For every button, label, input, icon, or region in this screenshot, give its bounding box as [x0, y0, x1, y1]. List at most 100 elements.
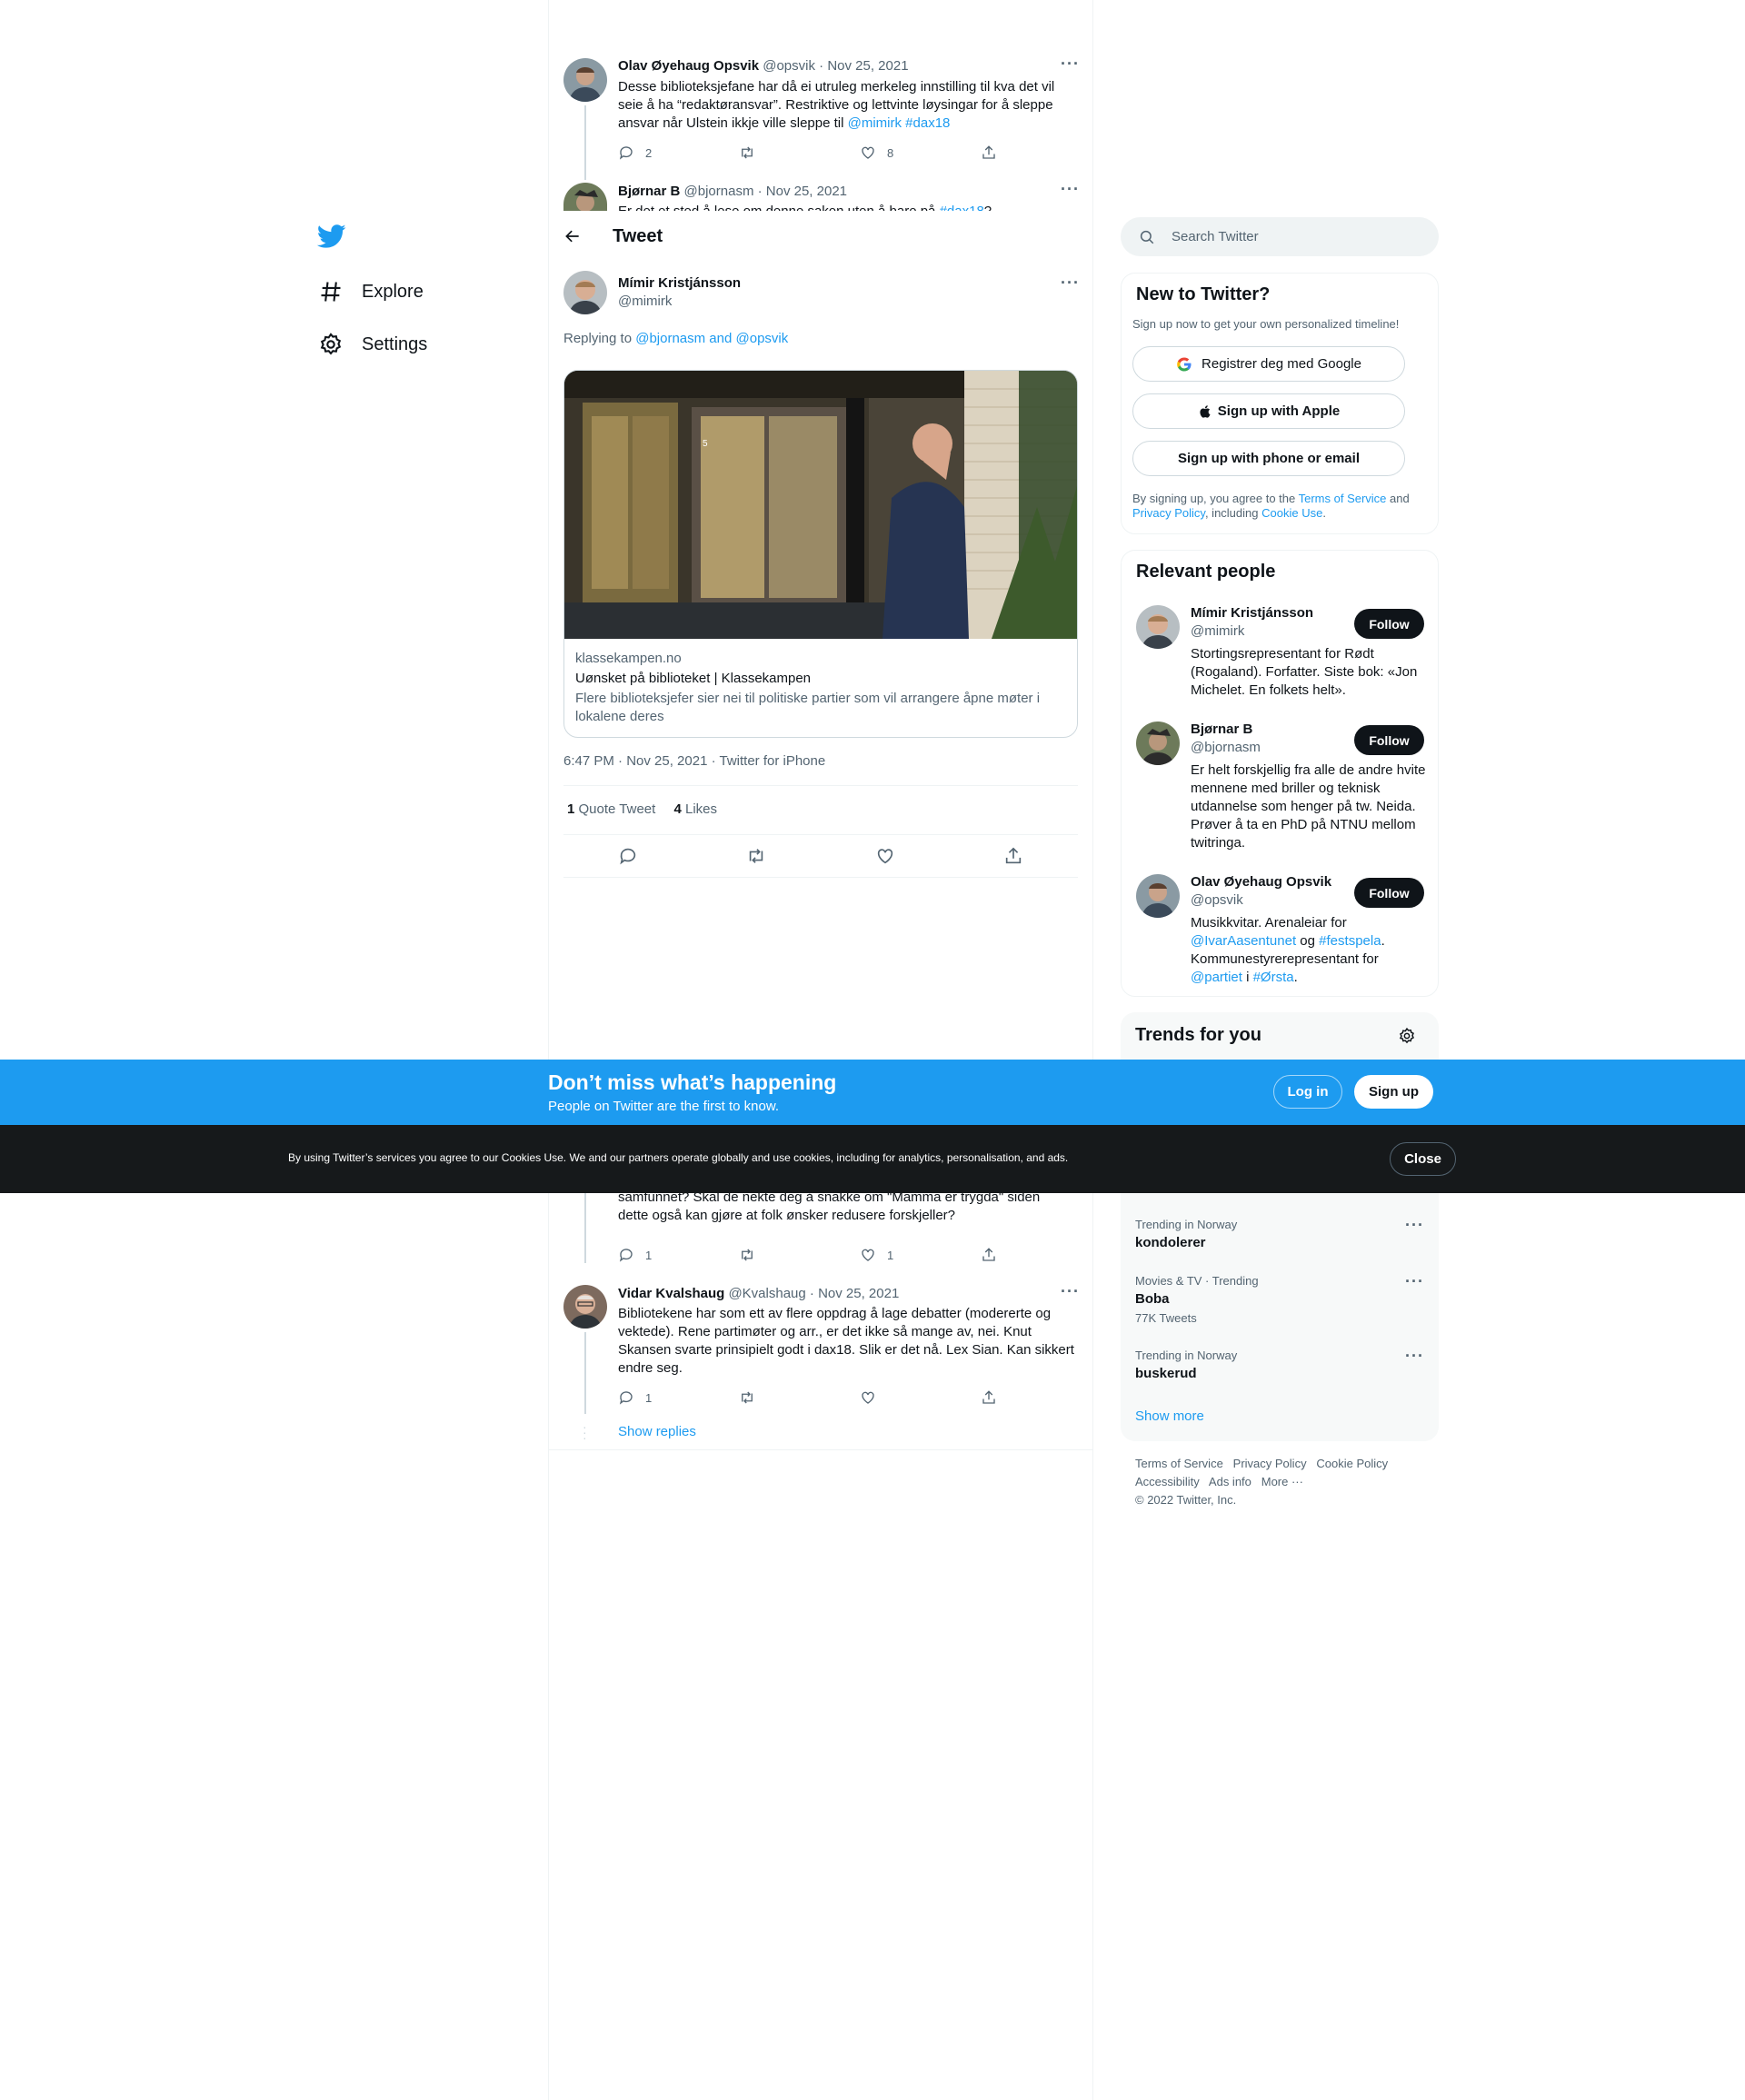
share-button[interactable] — [981, 144, 1102, 161]
footer-link[interactable]: Terms of Service — [1135, 1457, 1223, 1470]
trend-name[interactable]: Boba — [1135, 1291, 1170, 1307]
quote-label: Quote Tweet — [578, 801, 656, 817]
footer: Terms of Service Privacy Policy Cookie P… — [1135, 1455, 1426, 1509]
likes-label: Likes — [684, 801, 718, 817]
tweet-date[interactable]: · Nov 25, 2021 — [758, 184, 847, 199]
show-replies-link[interactable]: Show replies — [618, 1424, 696, 1439]
more-options-icon[interactable]: ··· — [1061, 274, 1080, 293]
reply-count: 1 — [645, 1248, 653, 1262]
retweet-button[interactable] — [739, 1247, 860, 1263]
bio-hashtag-link[interactable]: #Ørsta — [1253, 970, 1294, 985]
reply-icon[interactable] — [618, 846, 638, 866]
avatar-mimirk[interactable] — [1136, 605, 1180, 649]
like-button[interactable] — [860, 1389, 981, 1406]
share-button[interactable] — [981, 1389, 1102, 1406]
like-button[interactable]: 1 — [860, 1247, 981, 1263]
apple-icon — [1200, 404, 1211, 418]
replying-to-label: Replying to — [563, 331, 636, 346]
like-button[interactable]: 8 — [860, 144, 981, 161]
person-name[interactable]: Olav Øyehaug Opsvik — [1191, 874, 1331, 890]
more-options-icon[interactable]: ··· — [1405, 1347, 1424, 1366]
login-button[interactable]: Log in — [1273, 1075, 1342, 1109]
reply-button[interactable]: 2 — [618, 144, 739, 161]
footer-link[interactable]: Ads info — [1209, 1475, 1251, 1488]
mention-link[interactable]: @mimirk — [848, 115, 902, 131]
footer-link[interactable]: More ··· — [1261, 1475, 1303, 1488]
footer-link[interactable]: Accessibility — [1135, 1475, 1200, 1488]
retweet-button[interactable] — [739, 144, 860, 161]
footer-link[interactable]: Privacy Policy — [1233, 1457, 1307, 1470]
follow-button[interactable]: Follow — [1354, 609, 1424, 639]
search-input[interactable]: Search Twitter — [1172, 229, 1259, 244]
more-options-icon[interactable]: ··· — [1061, 1282, 1080, 1301]
author-name[interactable]: Vidar Kvalshaug — [618, 1286, 724, 1301]
author-handle[interactable]: @mimirk — [618, 294, 672, 309]
phone-signup-button[interactable]: Sign up with phone or email — [1132, 441, 1405, 476]
cookie-use-link[interactable]: Cookie Use — [1261, 506, 1322, 520]
person-name[interactable]: Mímir Kristjánsson — [1191, 605, 1313, 621]
avatar-opsvik[interactable] — [1136, 874, 1180, 918]
avatar-opsvik[interactable] — [563, 58, 607, 102]
bio-mention-link[interactable]: @partiet — [1191, 970, 1242, 985]
avatar-mimirk[interactable] — [563, 271, 607, 314]
link-card[interactable]: 5 klassekampen.no Uønsket på biblioteket… — [563, 370, 1078, 738]
trend-name[interactable]: buskerud — [1135, 1366, 1197, 1381]
person-handle[interactable]: @bjornasm — [1191, 740, 1261, 755]
person-handle[interactable]: @opsvik — [1191, 892, 1243, 908]
more-options-icon[interactable]: ··· — [1405, 1216, 1424, 1235]
follow-button[interactable]: Follow — [1354, 878, 1424, 908]
more-options-icon[interactable]: ··· — [1405, 1272, 1424, 1291]
gear-icon[interactable] — [1398, 1027, 1416, 1045]
person-name[interactable]: Bjørnar B — [1191, 722, 1252, 737]
avatar-bjornasm[interactable] — [1136, 722, 1180, 765]
follow-button[interactable]: Follow — [1354, 725, 1424, 755]
share-icon[interactable] — [1003, 846, 1023, 866]
author-handle[interactable]: @bjornasm — [684, 184, 754, 199]
signup-button[interactable]: Sign up — [1354, 1075, 1433, 1109]
heart-icon[interactable] — [875, 846, 895, 866]
author-handle[interactable]: @Kvalshaug — [728, 1286, 805, 1301]
back-arrow-icon[interactable] — [563, 227, 582, 245]
nav-settings[interactable]: Settings — [318, 326, 427, 363]
bio-hashtag-link[interactable]: #festspela — [1319, 933, 1381, 949]
person-handle[interactable]: @mimirk — [1191, 623, 1244, 639]
author-name[interactable]: Bjørnar B — [618, 184, 680, 199]
retweet-icon[interactable] — [746, 846, 766, 866]
retweet-button[interactable] — [739, 1389, 860, 1406]
twitter-logo-icon[interactable] — [317, 222, 346, 251]
privacy-link[interactable]: Privacy Policy — [1132, 506, 1205, 520]
more-options-icon[interactable]: ··· — [1061, 180, 1080, 199]
apple-signup-button[interactable]: Sign up with Apple — [1132, 393, 1405, 429]
nav-explore[interactable]: Explore — [318, 274, 424, 310]
author-handle[interactable]: @opsvik — [763, 58, 815, 74]
trend-count: 77K Tweets — [1135, 1311, 1197, 1325]
cookie-close-button[interactable]: Close — [1390, 1142, 1456, 1176]
terms-link[interactable]: Terms of Service — [1299, 492, 1387, 505]
avatar-kvalshaug[interactable] — [563, 1285, 607, 1329]
reply-button[interactable]: 1 — [618, 1389, 739, 1406]
hashtag-link[interactable]: #dax18 — [940, 204, 984, 211]
replying-to-users[interactable]: @bjornasm and @opsvik — [635, 331, 788, 346]
hashtag-link[interactable]: #dax18 — [905, 115, 950, 131]
tweet-date[interactable]: · Nov 25, 2021 — [819, 58, 908, 74]
show-more-link[interactable]: Show more — [1135, 1408, 1204, 1424]
thread-dots-icon: · · · — [583, 1419, 587, 1445]
card-title: Uønsket på biblioteket | Klassekampen — [575, 671, 812, 686]
divider — [563, 877, 1078, 878]
quote-tweets-link[interactable]: 1 Quote Tweet — [567, 801, 655, 817]
bio-mention-link[interactable]: @IvarAasentunet — [1191, 933, 1296, 949]
more-options-icon[interactable]: ··· — [1061, 55, 1080, 74]
tweet-date[interactable]: · Nov 25, 2021 — [810, 1286, 899, 1301]
search-box[interactable]: Search Twitter — [1121, 217, 1439, 256]
google-signup-label: Registrer deg med Google — [1202, 356, 1361, 372]
likes-link[interactable]: 4 Likes — [673, 801, 717, 817]
tweet-timestamp[interactable]: 6:47 PM · Nov 25, 2021 · Twitter for iPh… — [563, 753, 825, 769]
google-signup-button[interactable]: Registrer deg med Google — [1132, 346, 1405, 382]
trend-name[interactable]: kondolerer — [1135, 1235, 1206, 1250]
main-tweet-actions — [563, 834, 1078, 877]
reply-button[interactable]: 1 — [618, 1247, 739, 1263]
author-name[interactable]: Olav Øyehaug Opsvik — [618, 58, 759, 74]
footer-link[interactable]: Cookie Policy — [1316, 1457, 1388, 1470]
author-name[interactable]: Mímir Kristjánsson — [618, 275, 741, 291]
share-button[interactable] — [981, 1247, 1102, 1263]
